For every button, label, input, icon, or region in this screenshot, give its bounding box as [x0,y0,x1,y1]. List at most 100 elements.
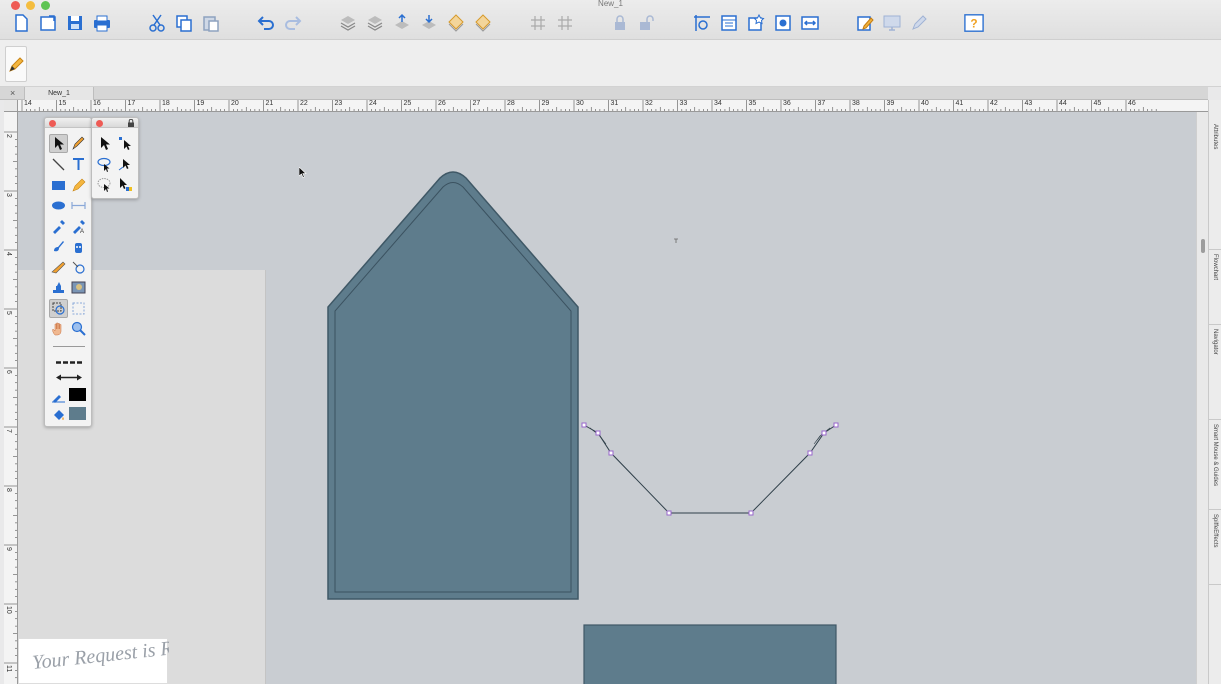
side-tab-label: Smart Mouse & Guides [1212,424,1218,487]
edit-icon[interactable] [854,12,876,34]
anchor-point[interactable] [581,422,587,428]
redo-icon[interactable] [282,12,304,34]
direct-node-icon[interactable] [116,155,135,174]
copy-icon[interactable] [173,12,195,34]
zoom-icon[interactable] [69,319,88,338]
ruler-label: 44 [1059,100,1067,107]
layer-send-back-icon[interactable] [337,12,359,34]
tab-navigator[interactable]: Navigator [1209,325,1221,420]
ruler-corner[interactable] [4,100,18,112]
tab-new-1[interactable]: New_1 [24,87,94,100]
select-arrow-icon[interactable] [49,134,68,153]
ruler-label: 6 [5,370,12,374]
knife-icon[interactable] [49,258,68,277]
selected-path[interactable] [581,422,839,516]
anchor-point[interactable] [608,450,614,456]
stroke-color-swatch[interactable] [69,388,86,401]
close-palette-button[interactable] [96,120,103,127]
print-icon[interactable] [91,12,113,34]
stroke-color-icon[interactable] [49,386,68,405]
layer-back-icon[interactable] [364,12,386,34]
arrowhead-style-icon[interactable] [53,368,85,387]
lasso-icon[interactable] [69,299,88,318]
cut-icon[interactable] [146,12,168,34]
view-options-icon[interactable] [691,12,713,34]
image-icon[interactable] [69,278,88,297]
ruler-label: 27 [472,100,481,107]
envelope-shape[interactable] [327,171,579,600]
hand-icon[interactable] [49,319,68,338]
layer-arrange-2-icon[interactable] [472,12,494,34]
layer-bring-front-icon[interactable] [418,12,440,34]
paste-icon[interactable] [200,12,222,34]
display-icon[interactable] [881,12,903,34]
tab-smart-mouse-guides[interactable]: Smart Mouse & Guides [1209,420,1221,510]
tab-flowchart[interactable]: Flowchart [1209,250,1221,325]
spray-icon[interactable] [69,237,88,256]
anchor-point[interactable] [821,430,827,436]
anchor-point[interactable] [595,430,601,436]
magic-wand-icon[interactable] [49,299,68,318]
close-palette-button[interactable] [49,120,56,127]
node-select-icon[interactable] [116,134,135,153]
text-icon[interactable] [69,155,88,174]
pencil-icon[interactable] [69,176,88,195]
shape-select-icon[interactable] [95,175,114,194]
eyedropper-icon[interactable] [49,217,68,236]
window-icon[interactable] [718,12,740,34]
line-icon[interactable] [49,155,68,174]
tab-attributes[interactable]: Attributes [1209,120,1221,250]
ellipse-icon[interactable] [49,196,68,215]
stamp-icon[interactable] [49,278,68,297]
drawing-canvas[interactable] [18,112,1196,684]
record-icon[interactable] [772,12,794,34]
scroll-thumb[interactable] [1201,239,1205,253]
rectangle-icon[interactable] [49,176,68,195]
vertical-ruler[interactable]: 2 3 4 5 6 7 8 9 10 11 [4,112,18,684]
ruler-label: 9 [5,547,12,551]
grid-snap-icon[interactable] [554,12,576,34]
palette-titlebar[interactable] [45,118,91,128]
color-select-icon[interactable] [116,175,135,194]
lock-icon[interactable] [609,12,631,34]
unlock-icon[interactable] [636,12,658,34]
rectangle-shape[interactable] [583,624,837,684]
lock-palette-icon[interactable] [128,119,134,127]
vertical-scrollbar[interactable] [1196,112,1208,684]
anchor-point[interactable] [807,450,813,456]
open-document-icon[interactable] [37,12,59,34]
pen-icon[interactable] [69,134,88,153]
fill-color-icon[interactable] [49,405,68,424]
ruler-label: 46 [1128,100,1136,107]
shapes-library-icon[interactable] [745,12,767,34]
fit-width-icon[interactable] [799,12,821,34]
dimension-icon[interactable] [69,196,88,215]
arrow-select-icon[interactable] [95,134,114,153]
save-icon[interactable] [64,12,86,34]
rotate-icon[interactable] [69,258,88,277]
ruler-label: 16 [93,100,101,107]
help-icon[interactable]: ? [962,12,986,34]
layer-arrange-icon[interactable] [445,12,467,34]
undo-icon[interactable] [255,12,277,34]
horizontal-ruler[interactable]: 14 15 16 17 18 19 20 21 22 23 24 25 26 27 28 29 30 31 32 33… [18,100,1208,112]
lasso-select-icon[interactable] [95,155,114,174]
eyedropper-text-icon[interactable]: A [69,217,88,236]
palette-titlebar[interactable] [92,118,138,128]
layer-forward-icon[interactable] [391,12,413,34]
svg-text:?: ? [970,17,977,31]
close-tab-button[interactable]: × [10,87,15,100]
grid-icon[interactable] [527,12,549,34]
current-tool-pencil-icon[interactable] [5,46,27,82]
pen-settings-icon[interactable] [908,12,930,34]
toolbar: New_1 ? [0,0,1221,40]
ruler-label: 8 [5,488,12,492]
new-document-icon[interactable] [10,12,32,34]
watermark-text: Your Request is Regretted [31,639,169,674]
anchor-point[interactable] [833,422,839,428]
fill-color-swatch[interactable] [69,407,86,420]
anchor-point[interactable] [666,510,672,516]
anchor-point[interactable] [748,510,754,516]
tab-spiffeeffects[interactable]: SpiffeEffects [1209,510,1221,585]
brush-icon[interactable] [49,237,68,256]
